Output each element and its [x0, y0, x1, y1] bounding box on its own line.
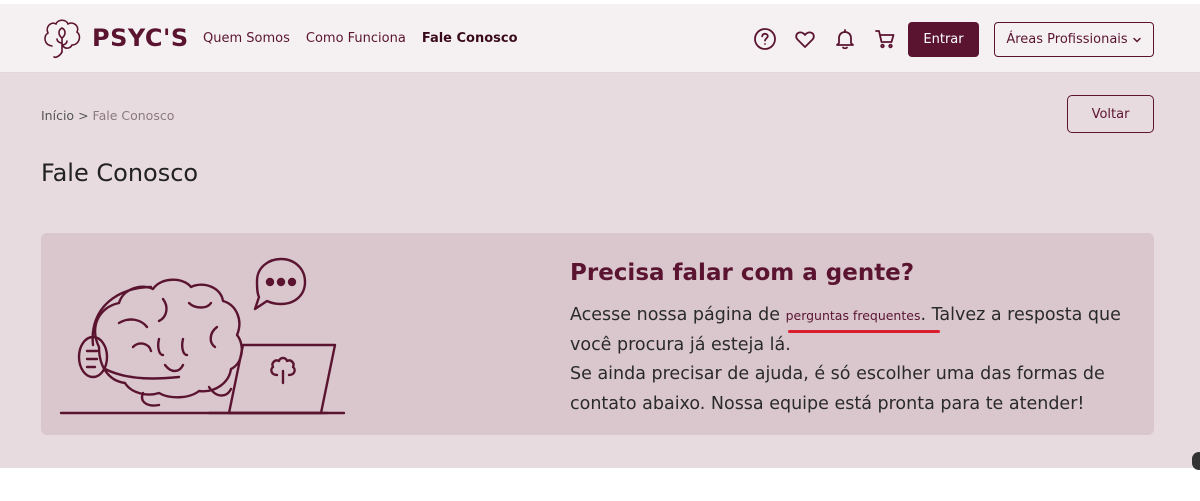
card-text: Acesse nossa página de perguntas frequen… [570, 301, 1140, 419]
brain-headset-laptop-illustration [59, 257, 346, 415]
breadcrumb-current: Fale Conosco [92, 108, 175, 123]
faq-link-highlight [788, 330, 940, 333]
header: PSYC'S Quem Somos Como Funciona Fale Con… [0, 0, 1200, 73]
main-nav: Quem Somos Como Funciona Fale Conosco [203, 31, 518, 46]
card-title: Precisa falar com a gente? [570, 260, 915, 286]
cart-icon[interactable] [872, 26, 898, 52]
professional-areas-dropdown[interactable]: Áreas Profissionais [994, 22, 1154, 57]
help-icon[interactable] [752, 26, 778, 52]
nav-fale-conosco[interactable]: Fale Conosco [422, 31, 518, 46]
faq-link[interactable]: perguntas frequentes [786, 308, 921, 323]
breadcrumb-home[interactable]: Início [41, 108, 74, 123]
contact-help-card: Precisa falar com a gente? Acesse nossa … [41, 233, 1154, 435]
back-button[interactable]: Voltar [1067, 95, 1154, 133]
bell-icon[interactable] [832, 26, 858, 52]
card-text-line1-before: Acesse nossa página de [570, 305, 786, 325]
nav-como-funciona[interactable]: Como Funciona [306, 31, 406, 46]
brain-flower-logo-icon [44, 19, 81, 59]
logo[interactable]: PSYC'S [40, 16, 189, 60]
login-button[interactable]: Entrar [908, 22, 979, 57]
page-title: Fale Conosco [41, 159, 199, 187]
heart-icon[interactable] [792, 26, 818, 52]
nav-quem-somos[interactable]: Quem Somos [203, 31, 290, 46]
card-text-line2: Se ainda precisar de ajuda, é só escolhe… [570, 364, 1105, 414]
logo-text: PSYC'S [92, 24, 189, 52]
breadcrumb-separator: > [78, 108, 89, 123]
main-content: Início > Fale Conosco Voltar Fale Conosc… [0, 73, 1200, 468]
header-icons [752, 26, 898, 52]
professional-areas-label: Áreas Profissionais [1006, 32, 1128, 47]
floating-widget[interactable] [1192, 452, 1200, 470]
breadcrumb: Início > Fale Conosco [41, 108, 174, 123]
page: PSYC'S Quem Somos Como Funciona Fale Con… [0, 0, 1200, 501]
top-strip [0, 0, 1200, 4]
chevron-down-icon [1132, 37, 1141, 43]
